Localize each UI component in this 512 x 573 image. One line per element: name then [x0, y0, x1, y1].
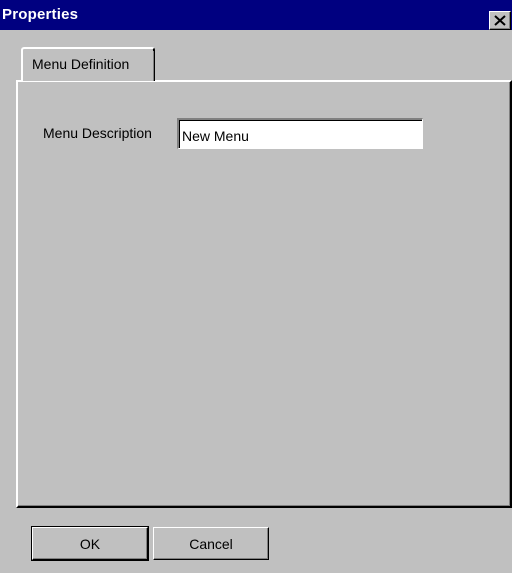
window-title: Properties	[2, 6, 79, 23]
tab-menu-definition[interactable]: Menu Definition	[21, 47, 155, 81]
menu-description-label: Menu Description	[43, 125, 152, 141]
close-button[interactable]	[489, 11, 511, 30]
ok-button[interactable]: OK	[31, 526, 149, 561]
close-icon	[494, 15, 506, 26]
cancel-button[interactable]: Cancel	[153, 527, 269, 560]
menu-description-input[interactable]	[177, 118, 423, 149]
title-bar: Properties	[0, 0, 512, 30]
tab-label: Menu Definition	[32, 56, 130, 72]
properties-dialog: Properties Menu Definition Menu Descript…	[0, 0, 512, 573]
